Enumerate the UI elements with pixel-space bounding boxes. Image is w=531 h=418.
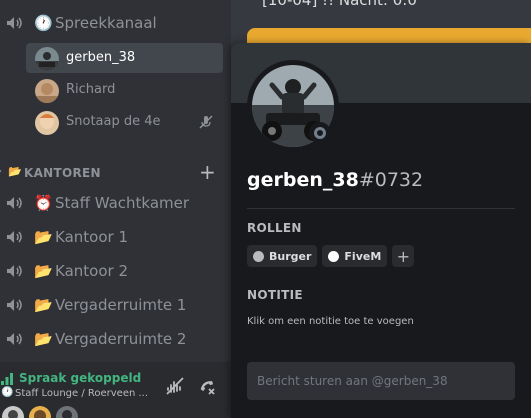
username: gerben_38 [247, 169, 359, 191]
voice-status[interactable]: Spraak gekoppeld [19, 371, 141, 385]
channel-name: Kantoor 1 [55, 228, 128, 246]
avatar [35, 111, 59, 135]
role-fivem[interactable]: FiveM [322, 245, 388, 267]
voice-channel-kantoor-1[interactable]: 📂 Kantoor 1 [0, 221, 231, 253]
discriminator: #0732 [358, 169, 424, 191]
voice-channel-staff-wachtkamer[interactable]: ⏰ Staff Wachtkamer [0, 187, 231, 219]
voice-channel-vergaderruimte-1[interactable]: 📂 Vergaderruimte 1 [0, 289, 231, 321]
voice-channel-kantoor-2[interactable]: 📂 Kantoor 2 [0, 255, 231, 287]
phone-disconnect-icon[interactable] [197, 376, 217, 396]
note-field[interactable]: Klik om een notitie toe te voegen [247, 316, 414, 327]
voice-channel-vergaderruimte-2[interactable]: 📂 Vergaderruimte 2 [0, 323, 231, 355]
voice-user-gerben-38[interactable]: gerben_38 [26, 43, 223, 73]
signal-bars-icon[interactable] [0, 372, 14, 386]
mic-muted-icon [199, 115, 213, 129]
channel-name: Spreekkanaal [55, 14, 157, 32]
role-color-dot [328, 250, 340, 262]
noise-suppression-icon[interactable] [165, 376, 185, 396]
speaker-icon [7, 299, 22, 311]
speaker-icon [7, 197, 22, 209]
channel-name: Staff Wachtkamer [55, 194, 190, 212]
role-name: FiveM [344, 249, 382, 263]
voice-connection-panel: Spraak gekoppeld 🕐 Staff Lounge / Roerve… [0, 362, 231, 418]
avatar [56, 406, 78, 418]
user-name: Snotaap de 4e [66, 114, 161, 129]
channel-emoji: ⏰ [34, 194, 53, 212]
channel-name: Kantoor 2 [55, 262, 128, 280]
speaker-icon [7, 231, 22, 243]
role-burger[interactable]: Burger [247, 245, 318, 267]
status-offline-icon [309, 122, 331, 144]
roles-list: Burger FiveM + [247, 245, 415, 267]
voice-channel-spreekkanaal[interactable]: 🕐 Spreekkanaal [0, 7, 231, 39]
channel-sidebar: 🕐 Spreekkanaal gerben_38 Richard Snotaap… [0, 0, 231, 418]
speaker-icon [7, 333, 22, 345]
avatar [35, 47, 59, 71]
channel-topic: [10-04] !! Nacht: 0:0 [262, 0, 417, 9]
add-role-button[interactable]: + [392, 245, 415, 267]
channel-emoji: 📂 [34, 228, 53, 246]
divider [247, 208, 515, 209]
message-input[interactable] [247, 362, 515, 400]
roles-title: ROLLEN [247, 221, 302, 235]
channel-name: Vergaderruimte 1 [55, 296, 187, 314]
avatar [35, 79, 59, 103]
category-emoji: 📂 [8, 165, 22, 178]
voice-user-snotaap[interactable]: Snotaap de 4e [26, 107, 223, 137]
chevron-down-icon: › [0, 166, 2, 177]
category-kantoren[interactable]: › 📂 KANTOREN + [0, 161, 231, 185]
role-name: Burger [269, 249, 312, 263]
channel-name: Vergaderruimte 2 [55, 330, 187, 348]
channel-emoji: 📂 [34, 330, 53, 348]
channel-emoji: 📂 [34, 262, 53, 280]
category-name: KANTOREN [24, 166, 101, 180]
role-color-dot [253, 250, 264, 262]
voice-user-richard[interactable]: Richard [26, 75, 223, 105]
avatar [29, 406, 51, 418]
user-profile-popout: gerben_38#0732 ROLLEN Burger FiveM + NOT… [231, 43, 531, 418]
create-channel-button[interactable]: + [199, 161, 216, 183]
voice-channel-path[interactable]: Staff Lounge / Roerveen ... [15, 388, 148, 399]
clock-emoji: 🕐 [1, 387, 14, 398]
profile-username: gerben_38#0732 [247, 169, 423, 191]
user-name: gerben_38 [66, 50, 136, 65]
speaker-icon [7, 265, 22, 277]
user-name: Richard [66, 82, 116, 97]
channel-emoji: 🕐 [34, 14, 53, 32]
note-title: NOTITIE [247, 288, 303, 302]
avatar [2, 406, 24, 418]
speaker-icon [7, 17, 22, 29]
channel-emoji: 📂 [34, 296, 53, 314]
